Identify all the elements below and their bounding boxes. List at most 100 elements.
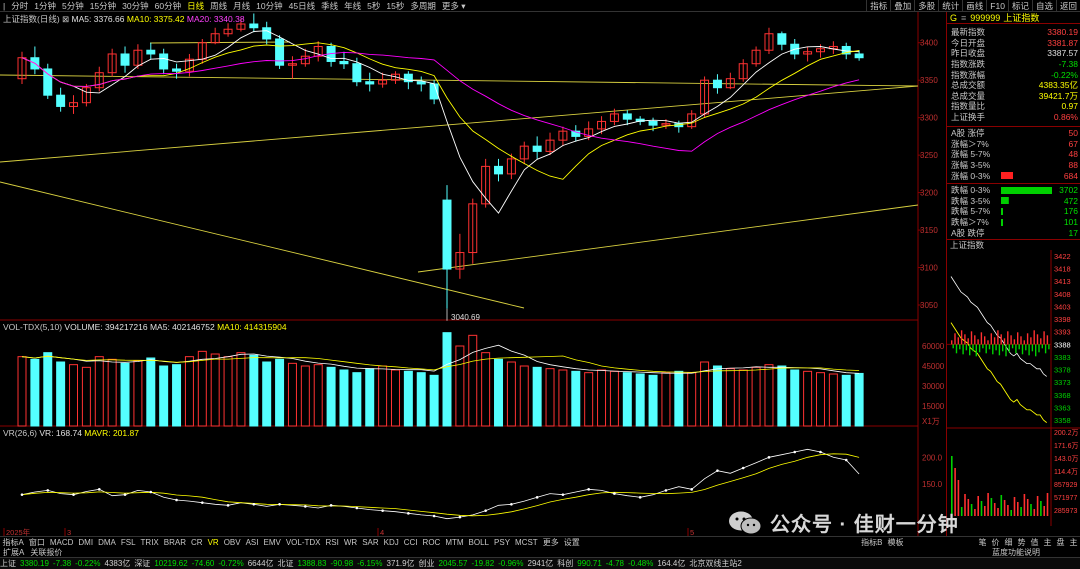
timeframe-tab[interactable]: 30分钟: [119, 0, 151, 11]
mini-tick-label: 3383: [1054, 353, 1071, 362]
toolbar-right-item[interactable]: 统计: [938, 0, 962, 12]
indicator-tab[interactable]: VR: [205, 537, 221, 548]
timeframe-tab[interactable]: 年线: [341, 0, 364, 11]
timeframe-tab[interactable]: 多周期: [407, 0, 439, 11]
mini-breadth-down: [969, 344, 971, 356]
toolbar-right-item[interactable]: 画线: [962, 0, 986, 12]
mini-tab[interactable]: 主: [1041, 537, 1054, 548]
mini-tab[interactable]: 价: [989, 537, 1002, 548]
mini-tab[interactable]: 值: [1028, 537, 1041, 548]
indicator-tab[interactable]: 窗口: [26, 537, 47, 548]
toolbar-right-item[interactable]: 多股: [914, 0, 938, 12]
indicator-right-tab[interactable]: 模板: [885, 537, 906, 548]
indicator-tab[interactable]: OBV: [221, 537, 243, 548]
mini-breadth-down: [1035, 344, 1037, 357]
mini-breadth-up: [1007, 331, 1009, 345]
timeframe-tab[interactable]: 5秒: [364, 0, 383, 11]
candle-body: [172, 68, 182, 72]
indicator-tab[interactable]: MACD: [47, 537, 76, 548]
mini-tab[interactable]: 势: [1015, 537, 1028, 548]
indicator-tab[interactable]: PSY: [492, 537, 513, 548]
indicator-tab[interactable]: TRIX: [138, 537, 161, 548]
timeframe-tab[interactable]: 15分钟: [87, 0, 119, 11]
timeframe-tab[interactable]: 季线: [318, 0, 341, 11]
indicator-tab[interactable]: MTM: [443, 537, 466, 548]
toolbar-right-item[interactable]: 指标: [866, 0, 890, 12]
toolbar-right-item[interactable]: 叠加: [890, 0, 914, 12]
mini-vol-bar: [1023, 494, 1026, 516]
price-tick-label: 3350: [920, 76, 938, 85]
ext-item[interactable]: 关联报价: [27, 548, 65, 557]
indicator-right-tab[interactable]: 指标B: [859, 537, 885, 548]
mini-vol-bar: [1043, 506, 1045, 516]
low-annotation: 3040.69: [451, 313, 480, 322]
timeframe-tab[interactable]: 周线: [207, 0, 230, 11]
timeframe-tab[interactable]: 分时: [8, 0, 31, 11]
indicator-tab[interactable]: DMA: [96, 537, 119, 548]
mini-tab[interactable]: 主: [1067, 537, 1080, 548]
timeframe-tab[interactable]: 15秒: [383, 0, 407, 11]
timeframe-tab[interactable]: 5分钟: [59, 0, 87, 11]
indicator-tab[interactable]: RSI: [323, 537, 341, 548]
indicator-tab[interactable]: ASI: [243, 537, 261, 548]
status-item: 6644亿: [247, 558, 274, 568]
volume-bar: [571, 370, 581, 427]
candle-body: [56, 94, 66, 107]
indicator-tab[interactable]: EMV: [261, 537, 283, 548]
indicator-tab[interactable]: MCST: [513, 537, 541, 548]
mini-vol-bar: [977, 496, 979, 516]
timeframe-tab[interactable]: 45日线: [286, 0, 318, 11]
timeframe-tab[interactable]: 更多 ▾: [439, 0, 469, 11]
vol-title: VOL-TDX(5,10): [3, 322, 63, 332]
intraday-mini-chart[interactable]: 3422 3418 3413 3408 3403 3398 3393 3388 3383 3378…: [947, 250, 1080, 526]
timeframe-tab[interactable]: 月线: [230, 0, 253, 11]
indicator-tab[interactable]: KDJ: [381, 537, 401, 548]
mini-breadth-up: [1033, 330, 1035, 345]
volume-bar: [790, 369, 800, 427]
indicator-tab[interactable]: ROC: [420, 537, 443, 548]
indicator-tab[interactable]: FSL: [118, 537, 138, 548]
toolbar-right-item[interactable]: 返回: [1055, 0, 1080, 12]
timeframe-tab[interactable]: 10分钟: [253, 0, 285, 11]
mini-tab[interactable]: 盘: [1054, 537, 1067, 548]
mini-vol-bar: [987, 493, 989, 516]
indicator-tab[interactable]: WR: [341, 537, 359, 548]
indicator-tab[interactable]: CCI: [401, 537, 420, 548]
indicator-tab[interactable]: 设置: [561, 537, 582, 548]
indicator-tab[interactable]: CR: [189, 537, 206, 548]
mini-breadth-down: [978, 344, 981, 353]
mini-tab[interactable]: 细: [1002, 537, 1015, 548]
func-help[interactable]: 蓝度功能说明: [989, 548, 1080, 557]
status-item: -0.22%: [75, 558, 101, 568]
candle-body: [159, 53, 169, 70]
indicator-tab[interactable]: 指标A: [0, 537, 26, 548]
indicator-tab[interactable]: BOLL: [466, 537, 491, 548]
timeframe-tab[interactable]: 日线: [184, 0, 207, 11]
timeframe-tab[interactable]: 1分钟: [31, 0, 59, 11]
toolbar-right-item[interactable]: 标记: [1007, 0, 1032, 12]
indicator-tab[interactable]: SAR: [360, 537, 381, 548]
volume-bar: [81, 366, 91, 427]
mini-vol-bar: [1000, 495, 1003, 516]
ext-row: 扩展A 关联报价 蓝度功能说明: [0, 548, 1080, 557]
toolbar-right-item[interactable]: 自选: [1031, 0, 1056, 12]
indicator-tab[interactable]: DMI: [76, 537, 96, 548]
vr-dot: [716, 469, 719, 472]
indicator-tab[interactable]: VOL-TDX: [283, 537, 323, 548]
vr-dot: [381, 509, 384, 512]
toolbar-right-item[interactable]: F10: [986, 0, 1008, 12]
toolbar-menu-icon[interactable]: |: [0, 0, 8, 11]
indicator-tab[interactable]: 更多: [540, 537, 561, 548]
price-tick-label: 3200: [920, 189, 938, 198]
main-chart[interactable]: 3400 3350 3300 3250 3200 3150 3100 3050 ←3439.05…: [0, 12, 946, 536]
timeframe-tab[interactable]: 60分钟: [152, 0, 184, 11]
status-item: 深证: [134, 558, 151, 568]
ext-item[interactable]: 扩展A: [0, 548, 27, 557]
mini-tab[interactable]: 笔: [976, 537, 989, 548]
dist-value: 3702: [1059, 185, 1078, 196]
mini-breadth-down: [1002, 344, 1004, 352]
vr-dot: [123, 493, 127, 496]
mini-breadth-up: [977, 339, 979, 345]
dist-row: 涨幅 0-3% 684: [947, 170, 1080, 181]
indicator-tab[interactable]: BRAR: [161, 537, 188, 548]
